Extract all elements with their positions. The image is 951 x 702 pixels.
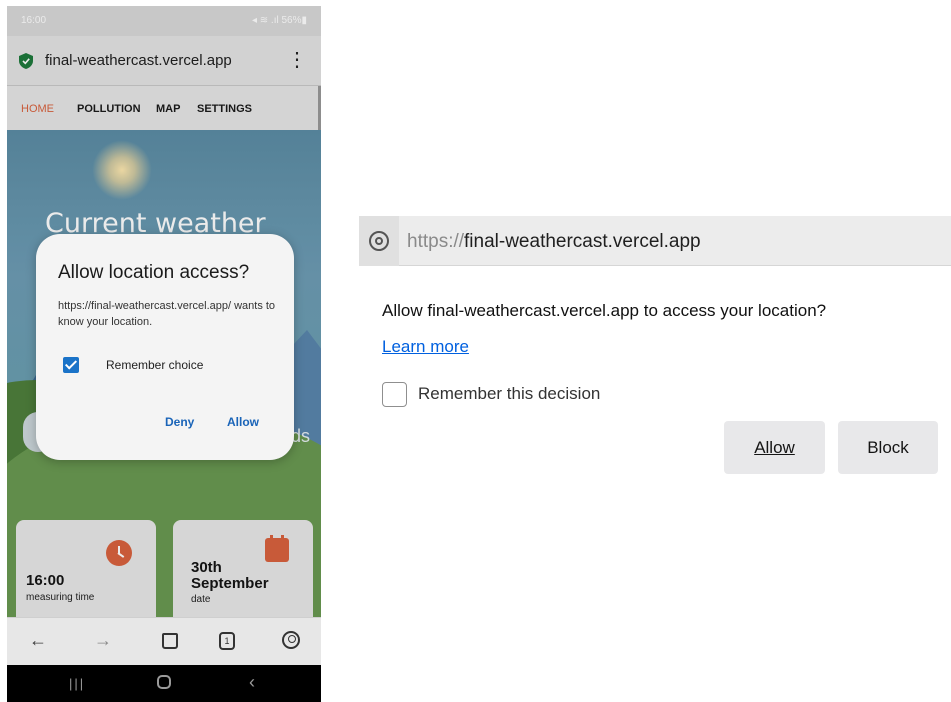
block-button-label: Block	[867, 438, 909, 457]
allow-button[interactable]: Allow	[724, 421, 825, 474]
browser-bottom-toolbar: ← → 1	[7, 617, 321, 665]
remember-decision-checkbox[interactable]	[382, 382, 407, 407]
system-back-icon[interactable]: ‹	[249, 672, 255, 693]
forward-arrow-icon[interactable]: →	[94, 630, 112, 650]
account-icon[interactable]	[282, 631, 300, 649]
learn-more-link[interactable]: Learn more	[382, 337, 469, 357]
desktop-permission-popup: https://final-weathercast.vercel.app All…	[359, 216, 951, 486]
dialog-body: https://final-weathercast.vercel.app/ wa…	[58, 300, 276, 328]
system-home-icon[interactable]	[157, 675, 171, 689]
permission-icon-box[interactable]	[359, 216, 399, 266]
system-nav-bar: ||| ‹	[7, 665, 321, 702]
home-icon[interactable]	[162, 633, 178, 649]
recents-icon[interactable]: |||	[69, 676, 85, 691]
allow-button[interactable]: Allow	[227, 415, 259, 429]
deny-button[interactable]: Deny	[165, 415, 194, 429]
remember-decision-label[interactable]: Remember this decision	[418, 384, 600, 404]
remember-choice-label[interactable]: Remember choice	[106, 358, 203, 372]
allow-button-label: Allow	[754, 438, 795, 457]
permission-message: Allow final-weathercast.vercel.app to ac…	[382, 301, 827, 320]
address-scheme: https://	[407, 231, 465, 252]
address-bar[interactable]: https://final-weathercast.vercel.app	[359, 216, 951, 266]
location-icon[interactable]	[369, 231, 389, 251]
location-permission-dialog: Allow location access? https://final-wea…	[36, 234, 294, 460]
tabs-icon[interactable]: 1	[219, 632, 235, 650]
address-text[interactable]: https://final-weathercast.vercel.app	[407, 231, 701, 253]
phone-screen: 16:00 ◂ ≋ .ıl 56%▮ final-weathercast.ver…	[7, 6, 321, 702]
address-host: final-weathercast.vercel.app	[464, 231, 701, 252]
back-arrow-icon[interactable]: ←	[29, 630, 47, 650]
remember-choice-checkbox[interactable]	[63, 357, 79, 373]
dialog-title: Allow location access?	[58, 262, 250, 283]
screenshot-root: 16:00 ◂ ≋ .ıl 56%▮ final-weathercast.ver…	[0, 0, 951, 702]
block-button[interactable]: Block	[838, 421, 938, 474]
